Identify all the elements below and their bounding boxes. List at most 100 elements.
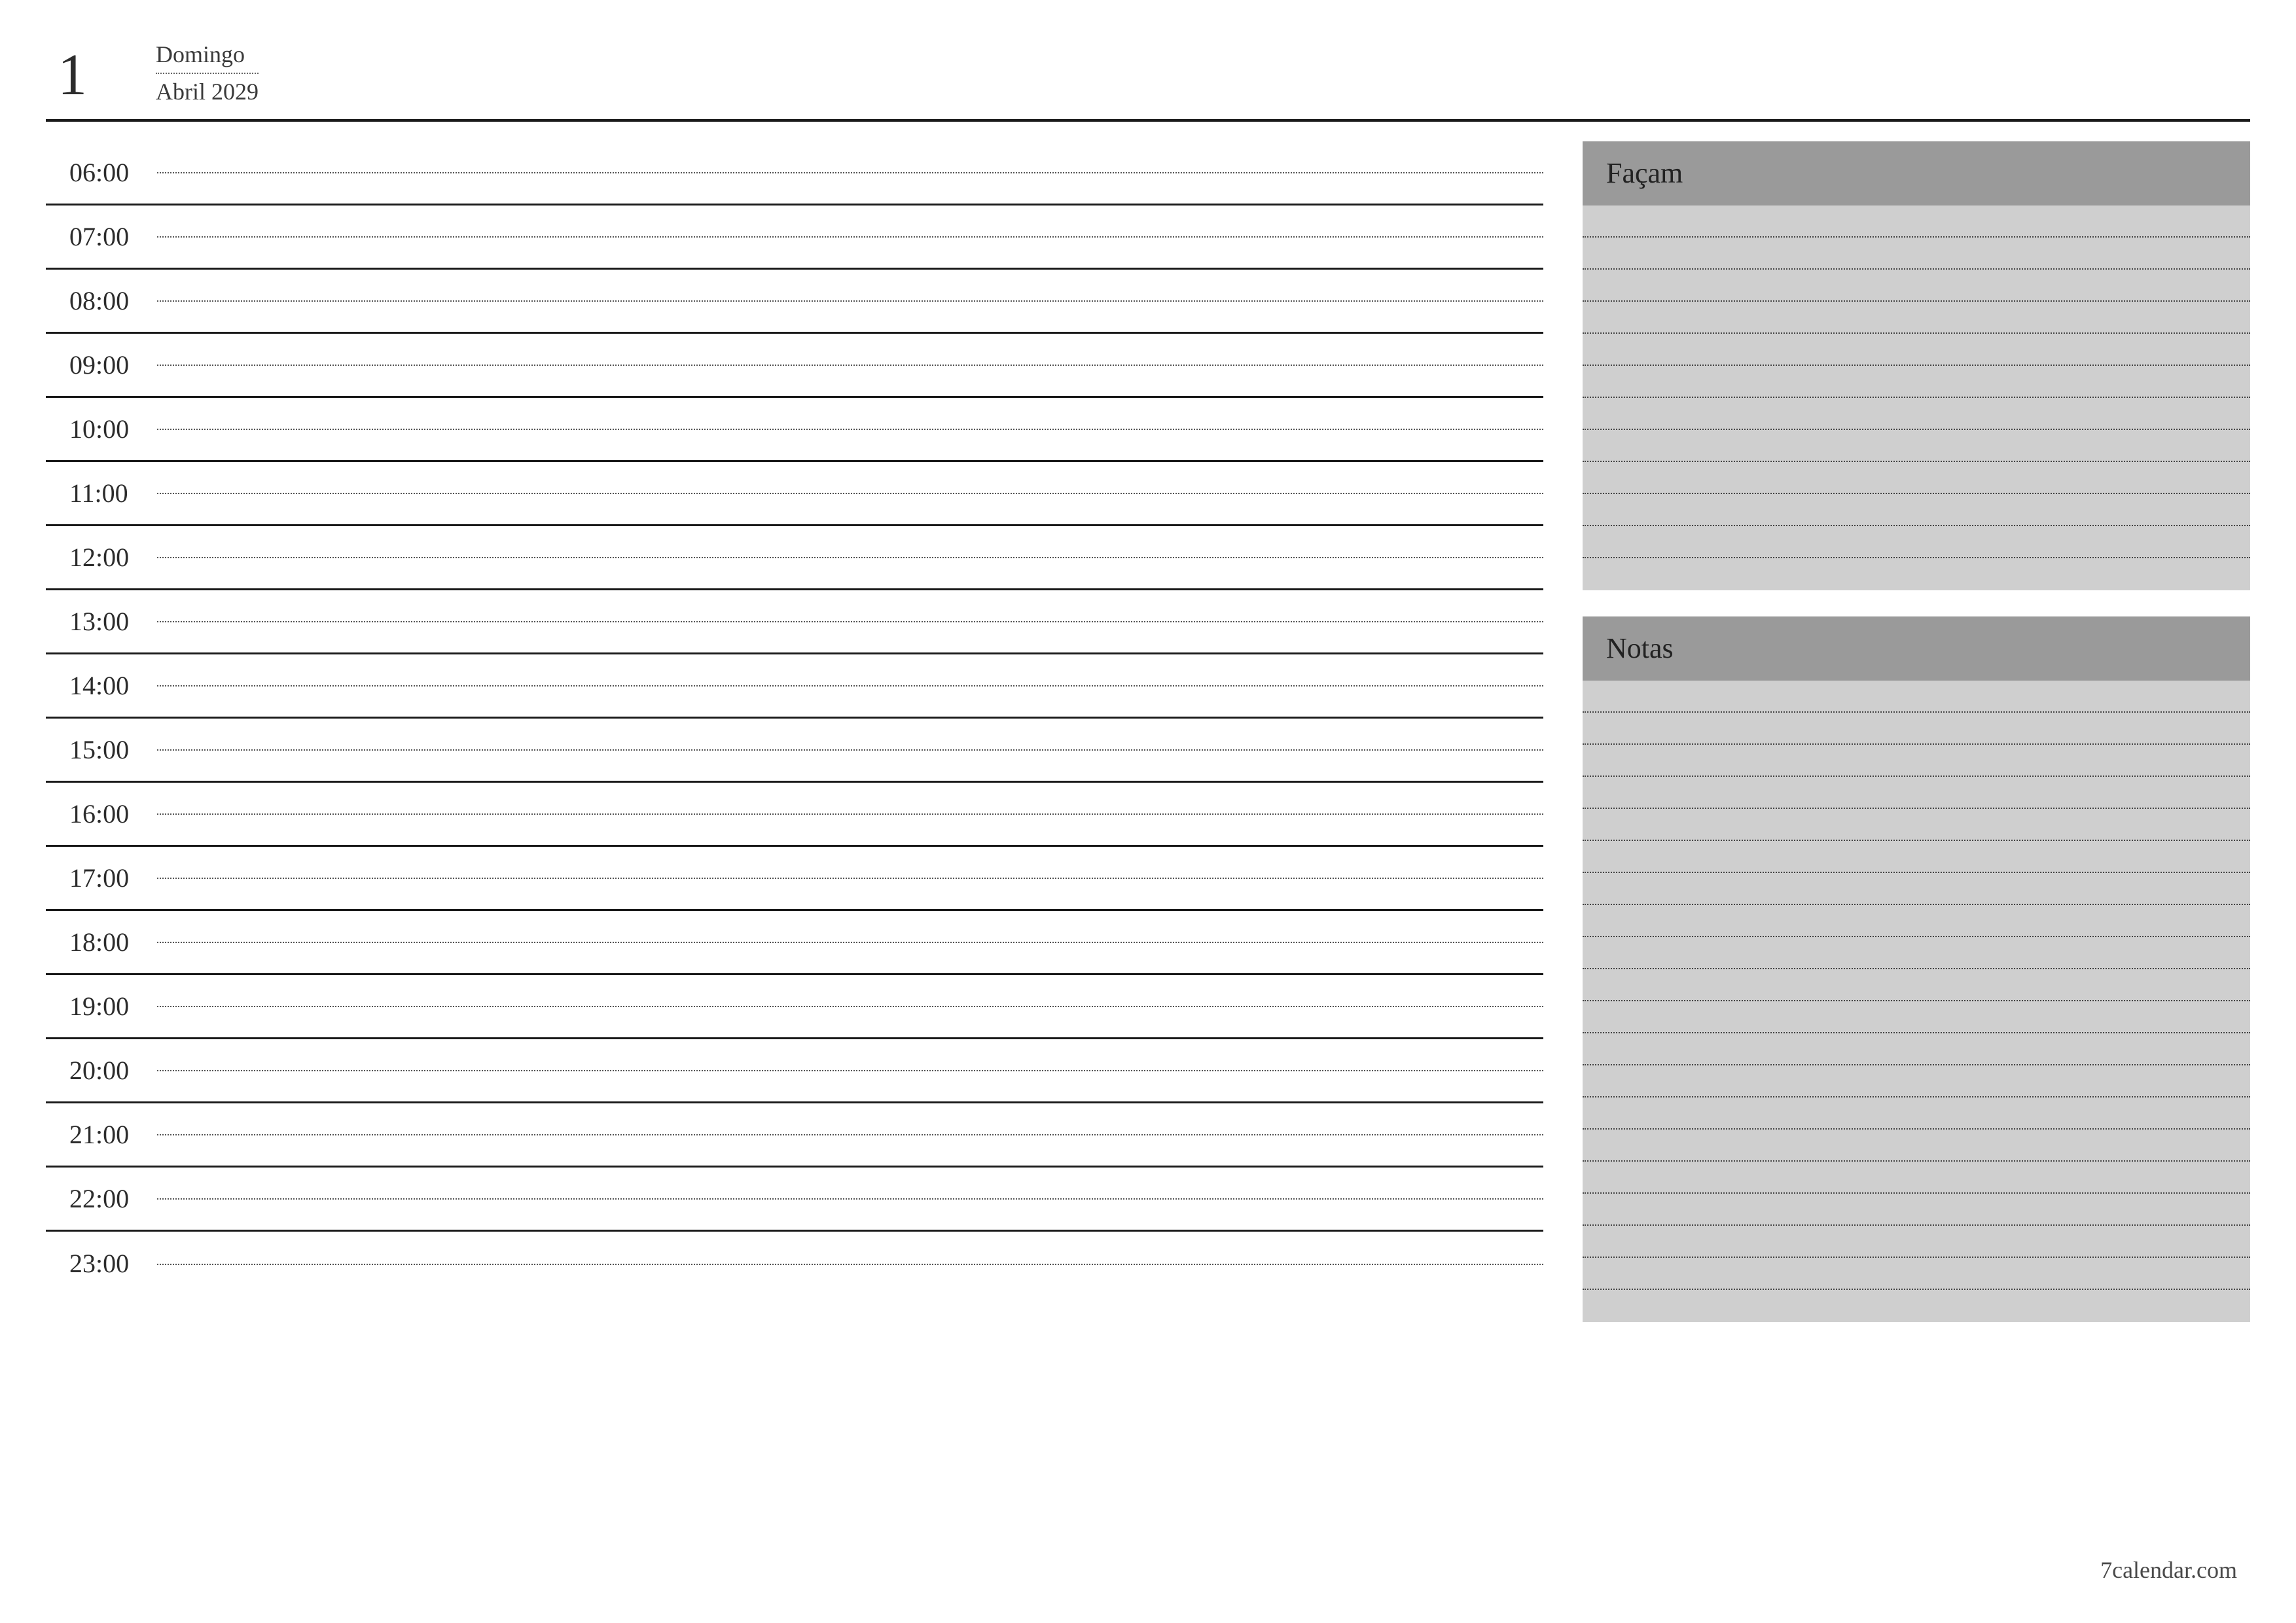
writing-line bbox=[1583, 745, 2250, 777]
hour-label: 11:00 bbox=[46, 462, 157, 524]
hour-row: 10:00 bbox=[46, 398, 1543, 462]
hour-writing-area bbox=[157, 590, 1543, 652]
side-column: Façam Notas bbox=[1583, 141, 2250, 1322]
writing-line bbox=[1583, 334, 2250, 366]
writing-line bbox=[1583, 1226, 2250, 1258]
hour-row: 15:00 bbox=[46, 719, 1543, 783]
hour-writing-area bbox=[157, 847, 1543, 909]
hour-label: 23:00 bbox=[46, 1232, 157, 1296]
date-header: 1 Domingo Abril 2029 bbox=[46, 39, 2250, 122]
hour-writing-area bbox=[157, 334, 1543, 396]
hour-label: 19:00 bbox=[46, 975, 157, 1037]
writing-line bbox=[1583, 1033, 2250, 1065]
writing-line bbox=[1583, 1001, 2250, 1033]
writing-line bbox=[1583, 494, 2250, 526]
writing-line bbox=[1583, 1162, 2250, 1194]
writing-line bbox=[1583, 526, 2250, 558]
hour-label: 20:00 bbox=[46, 1039, 157, 1101]
notes-panel: Notas bbox=[1583, 616, 2250, 1322]
footer-credit: 7calendar.com bbox=[2100, 1556, 2237, 1584]
writing-line bbox=[1583, 681, 2250, 713]
hour-row: 08:00 bbox=[46, 270, 1543, 334]
hour-writing-area bbox=[157, 141, 1543, 204]
writing-line bbox=[1583, 905, 2250, 937]
planner-page: 1 Domingo Abril 2029 06:0007:0008:0009:0… bbox=[0, 0, 2296, 1623]
hour-row: 17:00 bbox=[46, 847, 1543, 911]
hour-label: 15:00 bbox=[46, 719, 157, 781]
body-columns: 06:0007:0008:0009:0010:0011:0012:0013:00… bbox=[46, 122, 2250, 1322]
writing-line bbox=[1583, 205, 2250, 238]
writing-line bbox=[1583, 1130, 2250, 1162]
notes-lines bbox=[1583, 681, 2250, 1322]
hour-label: 14:00 bbox=[46, 654, 157, 717]
writing-line bbox=[1583, 302, 2250, 334]
hour-writing-area bbox=[157, 205, 1543, 268]
hour-row: 14:00 bbox=[46, 654, 1543, 719]
hour-label: 09:00 bbox=[46, 334, 157, 396]
hour-writing-area bbox=[157, 526, 1543, 588]
hour-row: 19:00 bbox=[46, 975, 1543, 1039]
todo-title: Façam bbox=[1583, 141, 2250, 205]
writing-line bbox=[1583, 1194, 2250, 1226]
hour-writing-area bbox=[157, 783, 1543, 845]
writing-line bbox=[1583, 430, 2250, 462]
hour-label: 21:00 bbox=[46, 1103, 157, 1166]
hour-writing-area bbox=[157, 1103, 1543, 1166]
writing-line bbox=[1583, 558, 2250, 590]
hour-label: 17:00 bbox=[46, 847, 157, 909]
hour-label: 07:00 bbox=[46, 205, 157, 268]
hour-label: 06:00 bbox=[46, 141, 157, 204]
hour-label: 12:00 bbox=[46, 526, 157, 588]
writing-line bbox=[1583, 1065, 2250, 1097]
hour-writing-area bbox=[157, 975, 1543, 1037]
writing-line bbox=[1583, 398, 2250, 430]
writing-line bbox=[1583, 238, 2250, 270]
notes-title: Notas bbox=[1583, 616, 2250, 681]
hour-writing-area bbox=[157, 270, 1543, 332]
hour-label: 10:00 bbox=[46, 398, 157, 460]
hour-row: 21:00 bbox=[46, 1103, 1543, 1168]
schedule-column: 06:0007:0008:0009:0010:0011:0012:0013:00… bbox=[46, 141, 1543, 1322]
hour-row: 23:00 bbox=[46, 1232, 1543, 1296]
writing-line bbox=[1583, 270, 2250, 302]
hour-label: 16:00 bbox=[46, 783, 157, 845]
hour-writing-area bbox=[157, 1168, 1543, 1230]
writing-line bbox=[1583, 462, 2250, 494]
hour-writing-area bbox=[157, 719, 1543, 781]
hour-label: 13:00 bbox=[46, 590, 157, 652]
todo-lines bbox=[1583, 205, 2250, 590]
writing-line bbox=[1583, 937, 2250, 969]
hour-writing-area bbox=[157, 654, 1543, 717]
writing-line bbox=[1583, 841, 2250, 873]
hour-row: 22:00 bbox=[46, 1168, 1543, 1232]
month-year: Abril 2029 bbox=[156, 77, 259, 107]
hour-row: 20:00 bbox=[46, 1039, 1543, 1103]
writing-line bbox=[1583, 777, 2250, 809]
writing-line bbox=[1583, 1258, 2250, 1290]
writing-line bbox=[1583, 713, 2250, 745]
hour-writing-area bbox=[157, 462, 1543, 524]
date-column: Domingo Abril 2029 bbox=[156, 39, 259, 107]
hour-label: 22:00 bbox=[46, 1168, 157, 1230]
hour-writing-area bbox=[157, 1232, 1543, 1296]
hour-row: 13:00 bbox=[46, 590, 1543, 654]
writing-line bbox=[1583, 366, 2250, 398]
hour-row: 12:00 bbox=[46, 526, 1543, 590]
hour-row: 18:00 bbox=[46, 911, 1543, 975]
hour-row: 16:00 bbox=[46, 783, 1543, 847]
hour-row: 09:00 bbox=[46, 334, 1543, 398]
writing-line bbox=[1583, 809, 2250, 841]
todo-panel: Façam bbox=[1583, 141, 2250, 590]
hour-label: 08:00 bbox=[46, 270, 157, 332]
writing-line bbox=[1583, 873, 2250, 905]
hour-row: 06:00 bbox=[46, 141, 1543, 205]
hour-row: 07:00 bbox=[46, 205, 1543, 270]
hour-writing-area bbox=[157, 1039, 1543, 1101]
hour-row: 11:00 bbox=[46, 462, 1543, 526]
hour-writing-area bbox=[157, 911, 1543, 973]
hour-writing-area bbox=[157, 398, 1543, 460]
writing-line bbox=[1583, 969, 2250, 1001]
day-of-week: Domingo bbox=[156, 39, 259, 74]
writing-line bbox=[1583, 1097, 2250, 1130]
hour-label: 18:00 bbox=[46, 911, 157, 973]
